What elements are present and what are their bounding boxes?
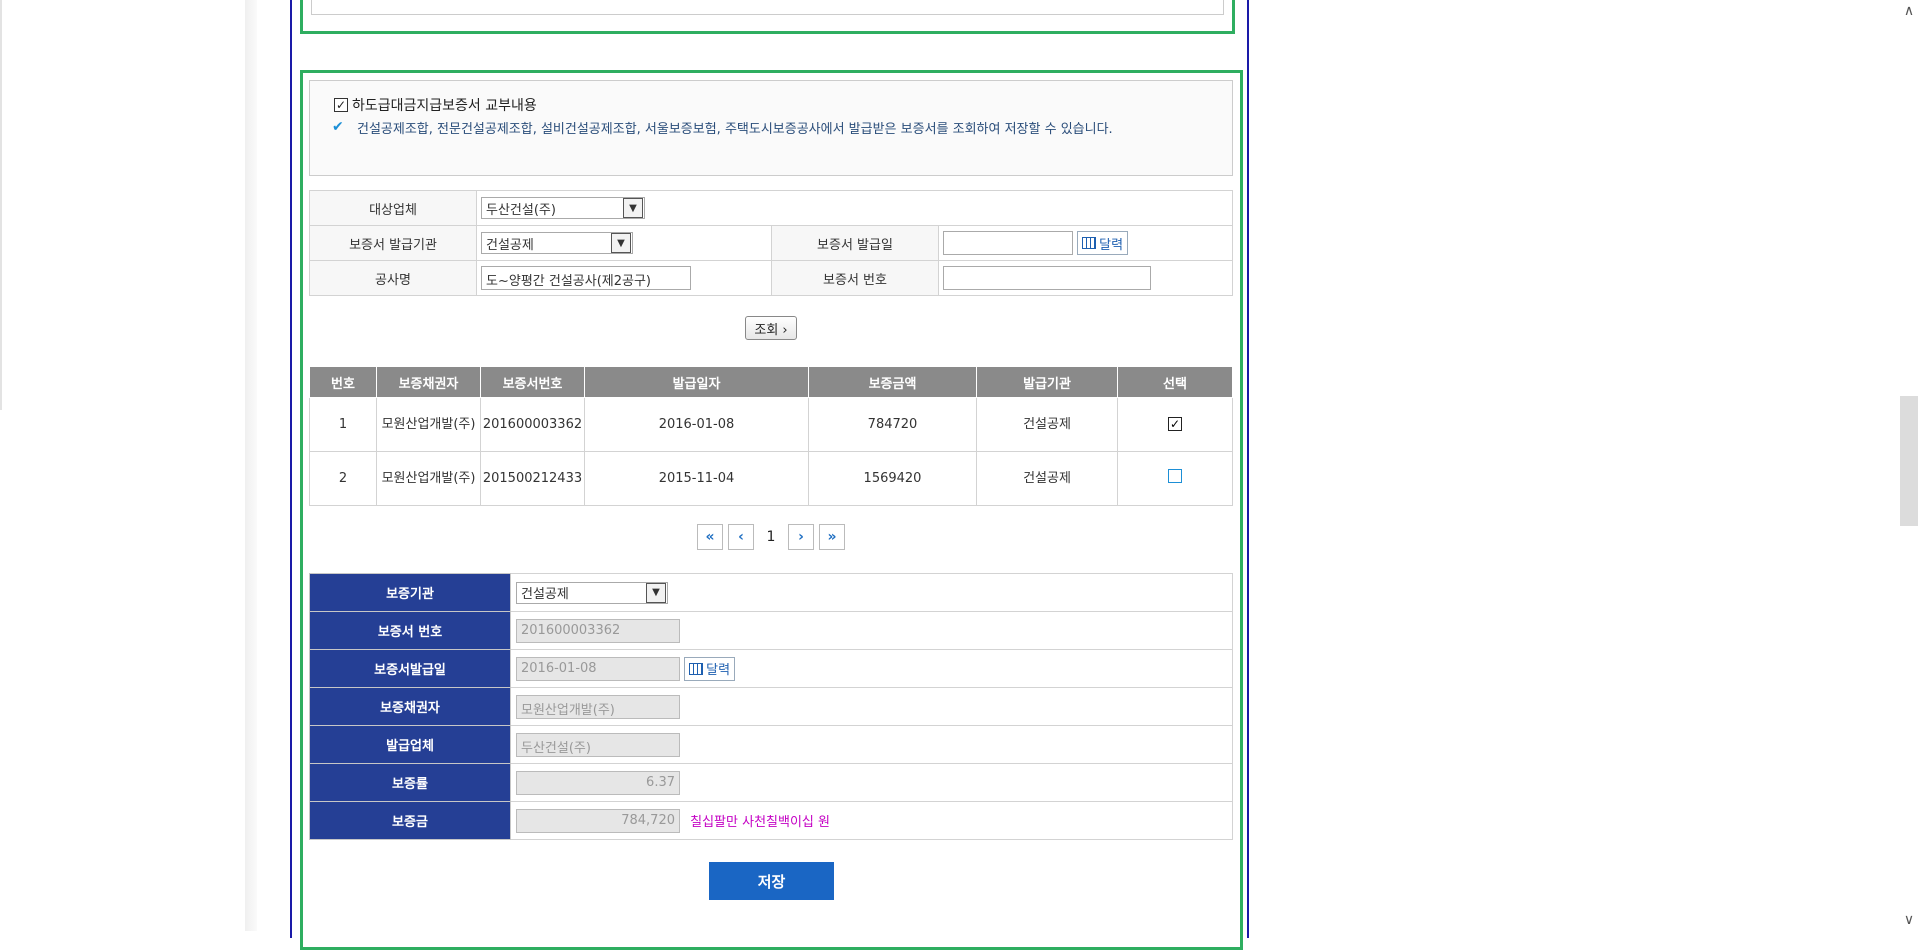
search-row-project: 공사명 도~양평간 건설공사(제2공구) 보증서 번호	[309, 260, 1233, 296]
detail-issuer-company-label: 발급업체	[309, 725, 511, 764]
issuer-select[interactable]: 건설공제 ▼	[481, 232, 633, 254]
notice-box: ✓ 하도급대금지급보증서 교부내용 ✔ 건설공제조합, 전문건설공제조합, 설비…	[309, 80, 1233, 176]
project-label: 공사명	[309, 260, 477, 296]
previous-section	[300, 0, 1235, 34]
calendar-icon	[689, 662, 704, 675]
last-page-button[interactable]: »	[819, 524, 845, 550]
target-company-label: 대상업체	[309, 190, 477, 226]
row-date: 2016-01-08	[584, 397, 809, 452]
row-issuer: 건설공제	[976, 451, 1118, 506]
row-amount: 784720	[808, 397, 977, 452]
left-panel-edge	[0, 0, 2, 410]
next-page-button[interactable]: ›	[788, 524, 814, 550]
scrollbar[interactable]: ∧ ∨	[1898, 0, 1920, 931]
row-no: 2	[309, 451, 377, 506]
notice-checkbox[interactable]: ✓	[334, 98, 348, 112]
row-date: 2015-11-04	[584, 451, 809, 506]
col-header: 선택	[1117, 366, 1233, 398]
row-no: 1	[309, 397, 377, 452]
detail-issue-date-label: 보증서발급일	[309, 649, 511, 688]
calendar-icon	[1082, 237, 1097, 249]
search-button[interactable]: 조회 ›	[745, 316, 797, 340]
detail-rate-label: 보증률	[309, 763, 511, 802]
agency-label: 보증기관	[309, 573, 511, 612]
save-button[interactable]: 저장	[709, 862, 834, 900]
cert-no-input[interactable]	[943, 266, 1151, 290]
row-creditor: 모원산업개발(주)	[376, 451, 481, 506]
amount-in-words: 칠십팔만 사천칠백이십 원	[690, 815, 830, 830]
issuer-label: 보증서 발급기관	[309, 225, 477, 261]
notice-description: 건설공제조합, 전문건설공제조합, 설비건설공제조합, 서울보증보험, 주택도시…	[357, 122, 1113, 137]
prev-page-button[interactable]: ‹	[728, 524, 754, 550]
row-select-checkbox[interactable]: ✓	[1168, 417, 1182, 431]
pagination: « ‹ 1 › »	[697, 524, 845, 550]
checkmark-icon: ✔	[332, 119, 344, 135]
detail-calendar-button[interactable]: 달력	[684, 656, 736, 681]
detail-creditor-field: 모원산업개발(주)	[516, 694, 680, 719]
page-gutter	[245, 0, 257, 931]
agency-select[interactable]: 건설공제 ▼	[516, 581, 668, 604]
col-header: 보증서번호	[480, 366, 585, 398]
detail-cert-no-field: 201600003362	[516, 618, 680, 643]
scroll-up-icon[interactable]: ∧	[1898, 0, 1920, 22]
col-header: 번호	[309, 366, 377, 398]
col-header: 보증금액	[808, 366, 977, 398]
current-page[interactable]: 1	[759, 529, 783, 545]
detail-creditor-label: 보증채권자	[309, 687, 511, 726]
left-blank-area	[0, 0, 245, 931]
col-header: 보증채권자	[376, 366, 481, 398]
first-page-button[interactable]: «	[697, 524, 723, 550]
detail-issue-date-field: 2016-01-08	[516, 656, 680, 681]
notice-title-text: 하도급대금지급보증서 교부내용	[352, 98, 537, 114]
detail-cert-no-label: 보증서 번호	[309, 611, 511, 650]
search-form: 대상업체 두산건설(주) ▼ 보증서 발급기관 건설공제 ▼ 보증서 발급일 달…	[309, 190, 1233, 296]
chevron-down-icon: ▼	[623, 198, 643, 218]
row-cert-no: 201600003362	[480, 397, 585, 452]
results-table: 번호 보증채권자 보증서번호 발급일자 보증금액 발급기관 선택 1 모원산업개…	[309, 366, 1233, 506]
cert-no-label: 보증서 번호	[771, 260, 939, 296]
chevron-down-icon: ▼	[611, 233, 631, 253]
table-row[interactable]: 2 모원산업개발(주) 201500212433 2015-11-04 1569…	[309, 451, 1233, 506]
row-issuer: 건설공제	[976, 397, 1118, 452]
row-cert-no: 201500212433	[480, 451, 585, 506]
row-creditor: 모원산업개발(주)	[376, 397, 481, 452]
notice-title: ✓ 하도급대금지급보증서 교부내용	[334, 95, 537, 115]
issue-date-input[interactable]	[943, 231, 1073, 255]
search-row-target: 대상업체 두산건설(주) ▼	[309, 190, 1233, 226]
target-company-select[interactable]: 두산건설(주) ▼	[481, 197, 645, 219]
scrollbar-thumb[interactable]	[1900, 396, 1918, 526]
row-select-checkbox[interactable]	[1168, 468, 1182, 483]
detail-rate-field: 6.37	[516, 770, 680, 795]
project-input[interactable]: 도~양평간 건설공사(제2공구)	[481, 266, 691, 290]
scroll-down-icon[interactable]: ∨	[1898, 909, 1920, 931]
detail-amount-label: 보증금	[309, 801, 511, 840]
search-row-issuer: 보증서 발급기관 건설공제 ▼ 보증서 발급일 달력	[309, 225, 1233, 261]
col-header: 발급일자	[584, 366, 809, 398]
row-amount: 1569420	[808, 451, 977, 506]
results-header: 번호 보증채권자 보증서번호 발급일자 보증금액 발급기관 선택	[309, 366, 1233, 398]
detail-form: 보증기관 건설공제 ▼ 보증서 번호 201600003362 보증서발급일 2…	[309, 573, 1233, 840]
detail-amount-field: 784,720	[516, 808, 680, 833]
issue-date-label: 보증서 발급일	[771, 225, 939, 261]
calendar-button[interactable]: 달력	[1077, 231, 1129, 255]
chevron-down-icon: ▼	[646, 582, 666, 603]
col-header: 발급기관	[976, 366, 1118, 398]
detail-issuer-company-field: 두산건설(주)	[516, 732, 680, 757]
table-row[interactable]: 1 모원산업개발(주) 201600003362 2016-01-08 7847…	[309, 397, 1233, 452]
